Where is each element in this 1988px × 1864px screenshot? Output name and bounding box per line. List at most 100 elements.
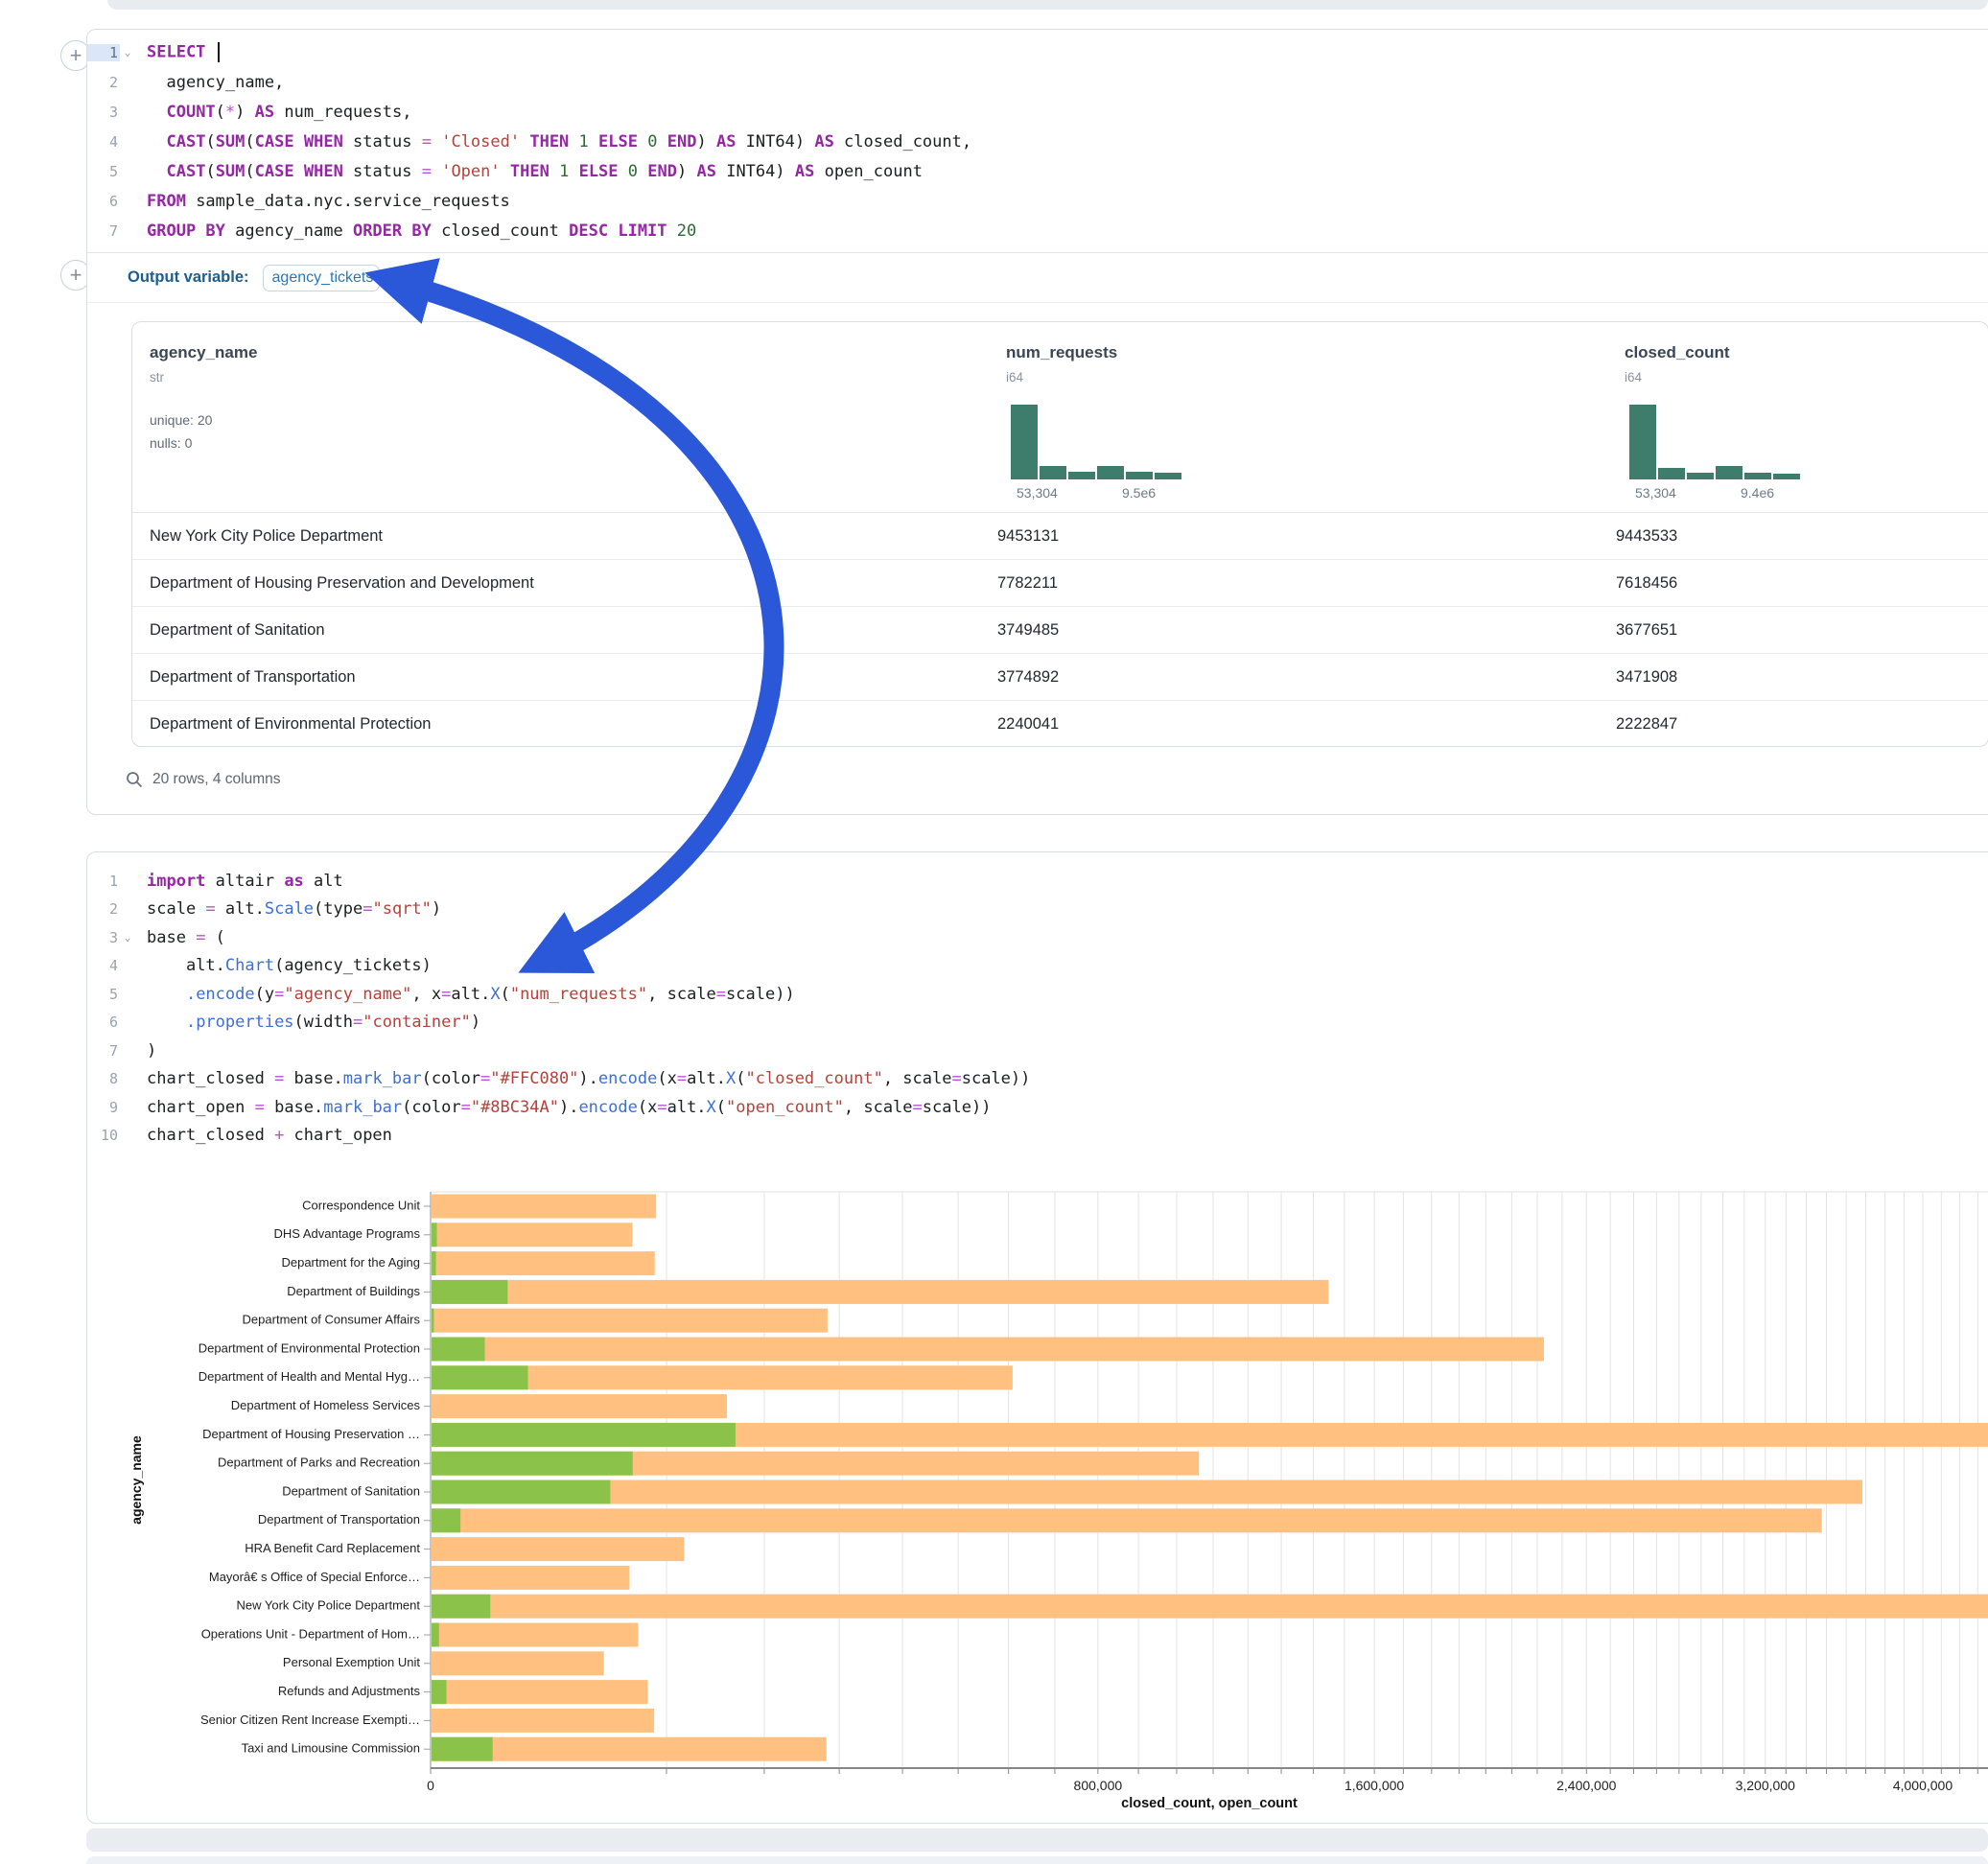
code-line[interactable]: 2 agency_name, bbox=[87, 67, 1988, 97]
line-number: 1 bbox=[87, 44, 120, 61]
line-number: 5 bbox=[87, 986, 120, 1003]
code-line[interactable]: 5 CAST(SUM(CASE WHEN status = 'Open' THE… bbox=[87, 156, 1988, 186]
code-text: chart_closed + chart_open bbox=[135, 1126, 392, 1145]
line-number: 3 bbox=[87, 104, 120, 121]
line-number: 2 bbox=[87, 74, 120, 91]
code-line[interactable]: 7GROUP BY agency_name ORDER BY closed_co… bbox=[87, 216, 1988, 245]
svg-text:Department of Health and Menta: Department of Health and Mental Hyg… bbox=[199, 1369, 420, 1384]
code-line[interactable]: 1import altair as alt bbox=[87, 867, 1988, 896]
column-name: closed_count bbox=[1625, 343, 1730, 362]
line-number: 6 bbox=[87, 193, 120, 210]
code-line[interactable]: 3 COUNT(*) AS num_requests, bbox=[87, 97, 1988, 127]
svg-text:Department of Homeless Service: Department of Homeless Services bbox=[231, 1398, 421, 1412]
code-line[interactable]: 1⌄SELECT bbox=[87, 37, 1988, 67]
code-text: .properties(width="container") bbox=[135, 1013, 480, 1032]
code-line[interactable]: 4 alt.Chart(agency_tickets) bbox=[87, 952, 1988, 981]
line-number: 2 bbox=[87, 900, 120, 918]
svg-text:4,000,000: 4,000,000 bbox=[1893, 1778, 1953, 1793]
search-icon[interactable] bbox=[126, 771, 143, 788]
collapsed-cell[interactable] bbox=[86, 1829, 1988, 1852]
cell-num-requests: 3749485 bbox=[997, 607, 1059, 654]
code-line[interactable]: 6 .properties(width="container") bbox=[87, 1009, 1988, 1037]
code-line[interactable]: 6FROM sample_data.nyc.service_requests bbox=[87, 186, 1988, 216]
code-text: .encode(y="agency_name", x=alt.X("num_re… bbox=[135, 985, 795, 1004]
code-line[interactable]: 9chart_open = base.mark_bar(color="#8BC3… bbox=[87, 1093, 1988, 1122]
python-cell: 1import altair as alt2scale = alt.Scale(… bbox=[86, 851, 1988, 1824]
cell-closed-count: 3471908 bbox=[1616, 654, 1677, 701]
fold-caret-icon[interactable]: ⌄ bbox=[120, 46, 135, 58]
text-cursor bbox=[218, 42, 220, 62]
line-number: 10 bbox=[87, 1127, 120, 1144]
histogram-min-label: 53,304 bbox=[1635, 485, 1676, 501]
histogram-max-label: 9.4e6 bbox=[1741, 485, 1774, 501]
cell-agency-name: Department of Sanitation bbox=[150, 607, 325, 654]
code-text: base = ( bbox=[135, 928, 225, 947]
column-name: num_requests bbox=[1006, 343, 1117, 362]
next-cell-edge bbox=[86, 1856, 1988, 1864]
svg-text:Department of Sanitation: Department of Sanitation bbox=[282, 1483, 420, 1498]
cell-agency-name: Department of Housing Preservation and D… bbox=[150, 560, 534, 607]
svg-text:Taxi and Limousine Commission: Taxi and Limousine Commission bbox=[242, 1741, 420, 1756]
svg-text:Personal Exemption Unit: Personal Exemption Unit bbox=[283, 1655, 420, 1669]
code-text: COUNT(*) AS num_requests, bbox=[135, 103, 411, 122]
code-line[interactable]: 8chart_closed = base.mark_bar(color="#FF… bbox=[87, 1065, 1988, 1094]
svg-text:agency_name: agency_name bbox=[129, 1435, 144, 1525]
line-number: 7 bbox=[87, 222, 120, 240]
table-row: Department of Transportation377489234719… bbox=[132, 654, 1988, 701]
column-stat: unique: 20 bbox=[150, 412, 212, 428]
svg-text:1,600,000: 1,600,000 bbox=[1345, 1778, 1404, 1793]
cell-agency-name: New York City Police Department bbox=[150, 513, 383, 560]
output-variable-row: Output variable: agency_tickets bbox=[87, 253, 1988, 303]
code-line[interactable]: 5 .encode(y="agency_name", x=alt.X("num_… bbox=[87, 980, 1988, 1009]
table-header: agency_namestrunique: 20nulls: 0num_requ… bbox=[132, 322, 1988, 513]
line-number: 5 bbox=[87, 163, 120, 180]
cell-closed-count: 9443533 bbox=[1616, 513, 1677, 560]
table-row: Department of Sanitation 3749485 3677651 bbox=[132, 607, 1988, 654]
table-row: New York City Police Department 9453131 94… bbox=[132, 513, 1988, 560]
code-text: SELECT bbox=[135, 42, 220, 62]
dataframe-preview-table: agency_namestrunique: 20nulls: 0num_requ… bbox=[131, 321, 1988, 747]
python-code-editor[interactable]: 1import altair as alt2scale = alt.Scale(… bbox=[87, 852, 1988, 1150]
fold-caret-icon[interactable]: ⌄ bbox=[120, 931, 135, 944]
svg-text:Department for the Aging: Department for the Aging bbox=[281, 1255, 420, 1270]
column-histogram bbox=[1011, 405, 1183, 479]
table-footer: 20 rows, 4 columns bbox=[126, 762, 281, 797]
cell-closed-count: 2222847 bbox=[1616, 701, 1677, 747]
svg-text:Department of Environmental Pr: Department of Environmental Protection bbox=[199, 1340, 420, 1355]
svg-text:Mayorâ€ s Office of Special En: Mayorâ€ s Office of Special Enforce… bbox=[209, 1570, 420, 1584]
code-line[interactable]: 3⌄base = ( bbox=[87, 923, 1988, 952]
cell-agency-name: Department of Environmental Protection bbox=[150, 701, 431, 747]
table-row: Department of Environmental Protection 22… bbox=[132, 701, 1988, 747]
cell-closed-count: 3677651 bbox=[1616, 607, 1677, 654]
code-line[interactable]: 7) bbox=[87, 1037, 1988, 1065]
histogram-max-label: 9.5e6 bbox=[1122, 485, 1156, 501]
cell-closed-count: 7618456 bbox=[1616, 560, 1677, 607]
code-text: CAST(SUM(CASE WHEN status = 'Closed' THE… bbox=[135, 132, 971, 151]
line-number: 3 bbox=[87, 929, 120, 946]
altair-bar-chart: Correspondence UnitDHS Advantage Program… bbox=[87, 1169, 1988, 1813]
svg-text:Department of Consumer Affairs: Department of Consumer Affairs bbox=[243, 1313, 421, 1327]
line-number: 6 bbox=[87, 1014, 120, 1031]
cell-num-requests: 9453131 bbox=[997, 513, 1059, 560]
code-line[interactable]: 10 chart_closed + chart_open bbox=[87, 1122, 1988, 1151]
sql-cell: 1⌄SELECT 2 agency_name,3 COUNT(*) AS num… bbox=[86, 29, 1988, 815]
svg-text:2,400,000: 2,400,000 bbox=[1556, 1778, 1616, 1793]
svg-text:DHS Advantage Programs: DHS Advantage Programs bbox=[274, 1226, 421, 1241]
code-text: CAST(SUM(CASE WHEN status = 'Open' THEN … bbox=[135, 162, 923, 181]
line-number: 4 bbox=[87, 957, 120, 974]
column-type: str bbox=[150, 370, 164, 384]
cell-agency-name: Department of Transportation bbox=[150, 654, 356, 701]
cell-num-requests: 7782211 bbox=[997, 560, 1058, 607]
output-variable-input[interactable]: agency_tickets bbox=[263, 265, 380, 291]
code-text: chart_closed = base.mark_bar(color="#FFC… bbox=[135, 1069, 1030, 1088]
line-number: 1 bbox=[87, 873, 120, 890]
svg-text:Department of Housing Preserva: Department of Housing Preservation … bbox=[202, 1427, 420, 1441]
svg-text:closed_count, open_count: closed_count, open_count bbox=[1121, 1796, 1298, 1811]
code-text: ) bbox=[135, 1041, 156, 1060]
code-text: agency_name, bbox=[135, 73, 284, 92]
line-number: 9 bbox=[87, 1099, 120, 1116]
histogram-min-label: 53,304 bbox=[1017, 485, 1058, 501]
code-line[interactable]: 2scale = alt.Scale(type="sqrt") bbox=[87, 896, 1988, 924]
code-line[interactable]: 4 CAST(SUM(CASE WHEN status = 'Closed' T… bbox=[87, 127, 1988, 156]
sql-code-editor[interactable]: 1⌄SELECT 2 agency_name,3 COUNT(*) AS num… bbox=[87, 30, 1988, 245]
